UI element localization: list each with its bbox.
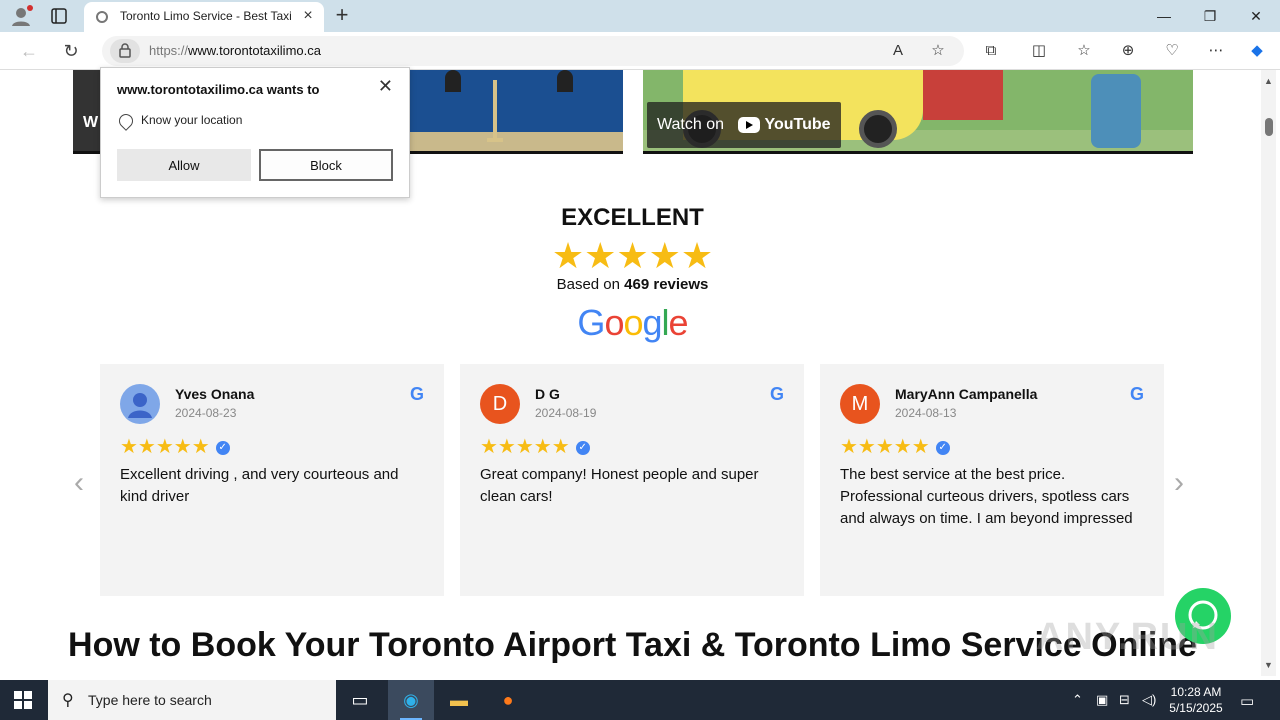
reviewer-name: MaryAnn Campanella: [895, 386, 1038, 402]
reviewer-avatar: D: [480, 384, 520, 424]
favorites-icon[interactable]: ☆: [1074, 41, 1094, 61]
scroll-down-icon[interactable]: ▼: [1264, 660, 1273, 670]
review-card: Yves Onana 2024-08-23 G ★★★★★ ✓ Excellent…: [100, 364, 444, 596]
review-card: D D G 2024-08-19 G ★★★★★ ✓ Great company!…: [460, 364, 804, 596]
review-stars: ★★★★★ ✓: [840, 436, 950, 458]
tab-actions-icon[interactable]: [50, 7, 68, 25]
reviewer-name: Yves Onana: [175, 386, 255, 402]
review-count: Based on 469 reviews: [556, 276, 709, 293]
rating-heading: EXCELLENT: [561, 204, 704, 231]
browser-tab-active[interactable]: Toronto Limo Service - Best Taxi ×: [84, 2, 324, 32]
verified-check-icon: ✓: [215, 440, 230, 455]
close-popup-icon[interactable]: ✕: [378, 76, 393, 97]
taskbar-search-box[interactable]: ⚲ Type here to search: [48, 680, 336, 720]
permission-request: Know your location: [116, 110, 242, 131]
edge-browser-icon[interactable]: ◉: [397, 686, 425, 714]
tray-overflow-chevron-icon[interactable]: ⌃: [1072, 692, 1083, 708]
clock-date: 5/15/2025: [1169, 701, 1223, 715]
favorite-star-icon[interactable]: ☆: [928, 41, 948, 61]
google-logo: Google: [577, 302, 688, 343]
performance-icon[interactable]: ♡: [1162, 41, 1182, 61]
network-icon[interactable]: ⊟: [1119, 692, 1130, 708]
refresh-icon[interactable]: ↻: [60, 40, 82, 62]
review-stars: ★★★★★ ✓: [120, 436, 230, 458]
block-button[interactable]: Block: [259, 149, 393, 181]
carousel-prev-arrow-icon[interactable]: ‹: [74, 466, 84, 500]
restore-icon[interactable]: ❐: [1200, 6, 1220, 26]
reviewer-avatar: M: [840, 384, 880, 424]
suitcase-illustration: [1091, 74, 1141, 148]
google-g-icon: G: [769, 384, 784, 404]
taskbar-clock[interactable]: 10:28 AM 5/15/2025: [1160, 684, 1232, 716]
reviewer-name: D G: [535, 386, 560, 402]
scroll-up-icon[interactable]: ▲: [1264, 76, 1273, 86]
site-info-lock-icon[interactable]: [110, 39, 140, 63]
new-tab-icon[interactable]: +: [332, 4, 352, 26]
watch-on-label: Watch on: [657, 116, 724, 133]
collections-icon[interactable]: ⊕: [1118, 41, 1138, 61]
permission-title: www.torontotaxilimo.ca wants to: [117, 82, 320, 97]
scrollbar-thumb[interactable]: [1265, 118, 1273, 136]
tab-title: Toronto Limo Service - Best Taxi: [120, 9, 292, 23]
minimize-icon[interactable]: —: [1154, 6, 1174, 26]
close-window-icon[interactable]: ✕: [1246, 6, 1266, 26]
tray-device-icon[interactable]: ▣: [1096, 692, 1108, 708]
video-embed-right[interactable]: Watch on YouTube: [643, 70, 1193, 154]
clock-time: 10:28 AM: [1170, 685, 1222, 699]
close-tab-icon[interactable]: ×: [300, 8, 316, 24]
location-permission-popup: www.torontotaxilimo.ca wants to ✕ Know y…: [100, 67, 410, 198]
allow-button[interactable]: Allow: [117, 149, 251, 181]
task-view-icon[interactable]: ▭: [346, 686, 374, 714]
review-stars: ★★★★★ ✓: [480, 436, 590, 458]
review-date: 2024-08-23: [175, 406, 237, 420]
back-icon[interactable]: ←: [18, 40, 40, 62]
file-explorer-icon[interactable]: ▬: [445, 686, 473, 714]
volume-icon[interactable]: ◁): [1142, 692, 1156, 708]
read-aloud-icon[interactable]: A: [888, 41, 908, 61]
url-text: https://www.torontotaxilimo.ca: [149, 43, 321, 58]
verified-check-icon: ✓: [575, 440, 590, 455]
profile-icon[interactable]: [10, 5, 33, 27]
review-text: Excellent driving , and very courteous a…: [120, 466, 399, 505]
review-card: M MaryAnn Campanella 2024-08-13 G ★★★★★ ✓…: [820, 364, 1164, 596]
google-g-icon: G: [1129, 384, 1144, 404]
reviewer-avatar: [120, 384, 160, 424]
site-favicon-icon: [96, 11, 108, 23]
rating-stars: ★★★★★: [551, 235, 714, 276]
car-wheel: [859, 110, 897, 148]
split-screen-icon[interactable]: ◫: [1029, 41, 1049, 61]
review-text: Great company! Honest people and super c…: [480, 466, 759, 505]
watch-on-youtube-button[interactable]: Watch on YouTube: [647, 102, 841, 148]
youtube-label: YouTube: [764, 116, 831, 133]
verified-check-icon: ✓: [935, 440, 950, 455]
notifications-icon[interactable]: ▭: [1240, 692, 1254, 710]
page-scrollbar[interactable]: ▲ ▼: [1261, 70, 1276, 676]
firefox-icon[interactable]: ●: [494, 686, 522, 714]
windows-start-icon[interactable]: [14, 691, 32, 709]
watermark-text: ANY.RUN: [1036, 616, 1219, 658]
address-bar: ← ↻ https://www.torontotaxilimo.ca A ☆ ⧉…: [0, 32, 1280, 70]
location-pin-icon: [116, 110, 136, 131]
url-field[interactable]: https://www.torontotaxilimo.ca: [102, 36, 964, 66]
search-placeholder: Type here to search: [88, 692, 212, 708]
more-menu-icon[interactable]: ⋯: [1206, 41, 1226, 61]
review-date: 2024-08-19: [535, 406, 597, 420]
tab-bar: Toronto Limo Service - Best Taxi × + — ❐…: [0, 0, 1280, 32]
carousel-next-arrow-icon[interactable]: ›: [1174, 466, 1184, 500]
review-date: 2024-08-13: [895, 406, 957, 420]
review-text: The best service at the best price. Prof…: [840, 466, 1133, 527]
notification-dot: [27, 5, 33, 11]
extensions-icon[interactable]: ⧉: [981, 41, 1001, 61]
google-g-icon: G: [409, 384, 424, 404]
copilot-icon[interactable]: ◆: [1247, 41, 1267, 61]
search-icon: ⚲: [62, 692, 74, 709]
windows-taskbar: ⚲ Type here to search ▭ ◉ ▬ ● ⌃ ▣ ⊟ ◁) 1…: [0, 680, 1280, 720]
youtube-play-icon: [738, 116, 761, 133]
